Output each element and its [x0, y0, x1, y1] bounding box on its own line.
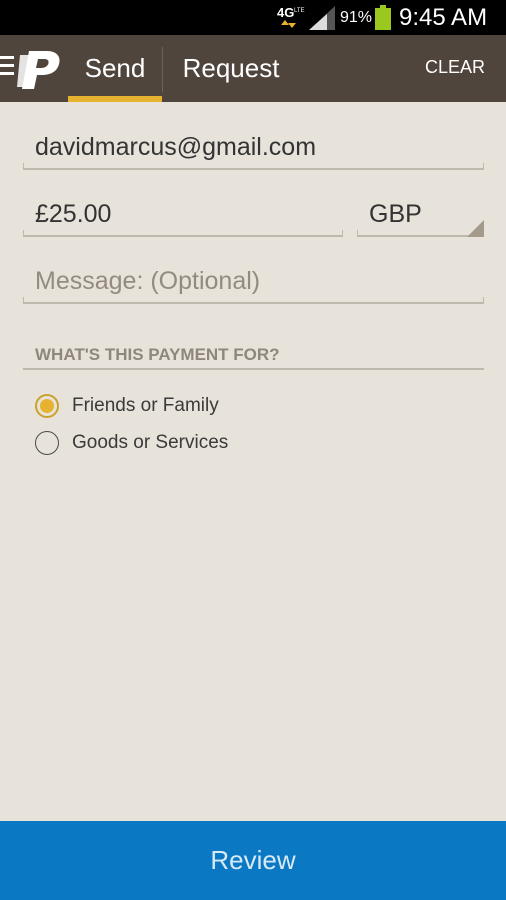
tab-divider [162, 47, 163, 92]
payment-purpose-heading: WHAT'S THIS PAYMENT FOR? [35, 345, 280, 364]
tab-request-label: Request [182, 53, 280, 83]
4g-network-icon: 4G LTE [277, 5, 305, 28]
radio-checked-icon[interactable] [35, 394, 59, 418]
paypal-logo[interactable] [17, 47, 63, 91]
message-field[interactable]: Message: (Optional) [23, 258, 484, 304]
field-underline [357, 230, 484, 237]
battery-percentage: 91% [340, 9, 373, 26]
review-button[interactable]: Review [0, 821, 506, 900]
signal-strength-icon [309, 6, 335, 30]
recipient-email-field[interactable]: davidmarcus@gmail.com [23, 124, 484, 170]
field-underline [23, 297, 484, 304]
app-bar: Send Request CLEAR [0, 35, 506, 102]
radio-goods-services-label: Goods or Services [72, 432, 229, 453]
message-placeholder: Message: (Optional) [35, 266, 261, 295]
radio-unchecked-icon[interactable] [35, 431, 59, 455]
field-underline [23, 163, 484, 170]
svg-text:LTE: LTE [294, 8, 305, 14]
radio-goods-services[interactable]: Goods or Services [35, 429, 228, 457]
hamburger-menu-icon[interactable] [0, 56, 14, 76]
section-divider [23, 368, 484, 370]
currency-value: GBP [369, 199, 422, 228]
tab-send[interactable]: Send [68, 35, 162, 102]
amount-value: £25.00 [35, 199, 112, 228]
dropdown-corner-icon [467, 220, 484, 237]
amount-field[interactable]: £25.00 [23, 191, 343, 237]
field-underline [23, 230, 343, 237]
clear-button[interactable]: CLEAR [425, 57, 485, 78]
tab-send-label: Send [84, 53, 146, 83]
radio-friends-family[interactable]: Friends or Family [35, 392, 219, 420]
battery-icon [375, 5, 391, 30]
recipient-email-value: davidmarcus@gmail.com [35, 132, 317, 161]
currency-select[interactable]: GBP [357, 191, 484, 237]
clock: 9:45 AM [399, 4, 488, 31]
status-bar: 4G LTE 91% 9:45 AM [0, 0, 506, 35]
svg-text:4G: 4G [277, 5, 294, 20]
tab-request[interactable]: Request [170, 35, 292, 102]
active-tab-indicator [68, 96, 162, 102]
radio-friends-family-label: Friends or Family [72, 395, 219, 416]
